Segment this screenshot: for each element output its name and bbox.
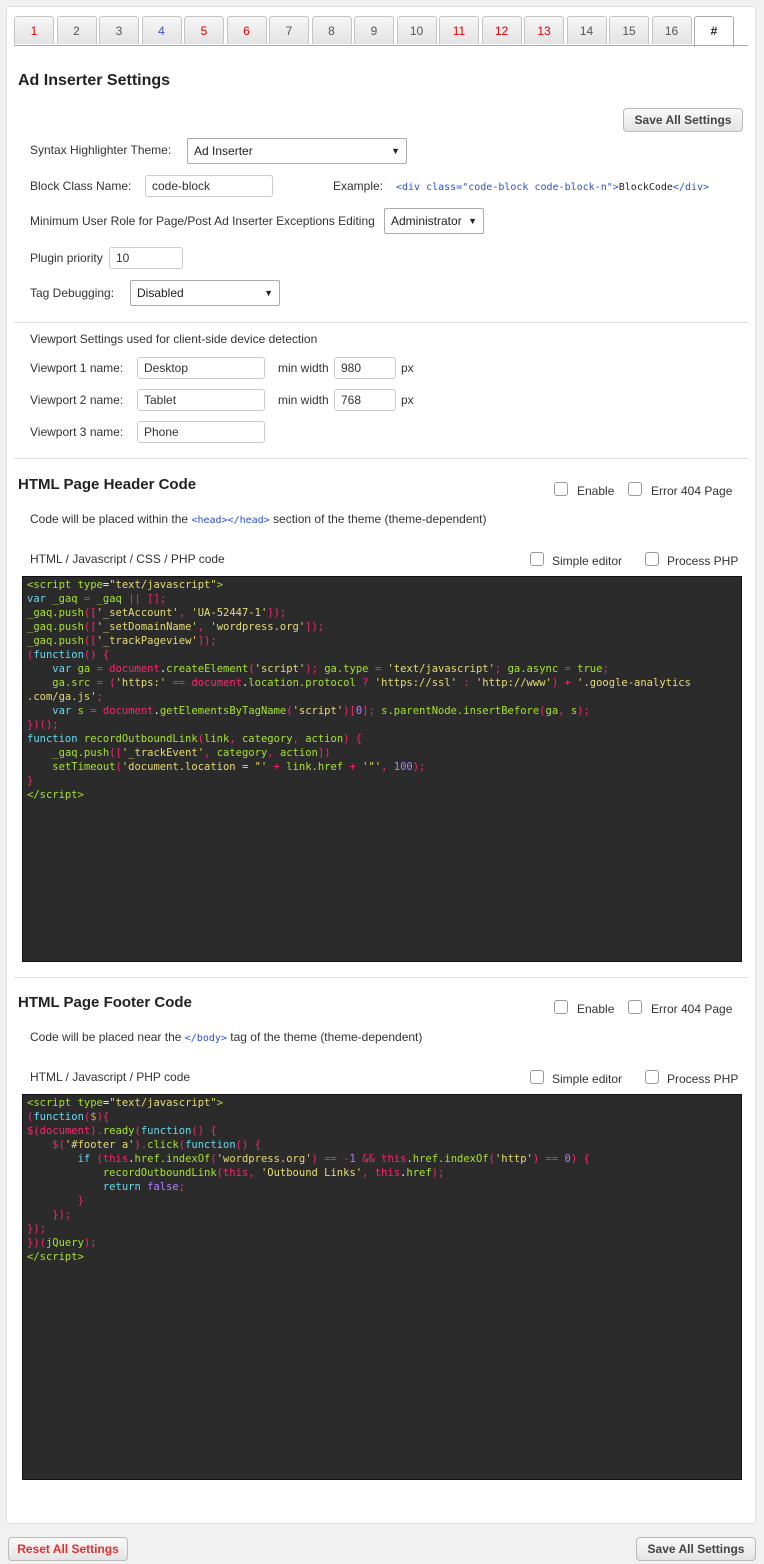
viewport-2-name-input[interactable]: Tablet bbox=[137, 389, 265, 411]
header-desc-before: Code will be placed within the bbox=[30, 512, 192, 526]
syntax-theme-label: Syntax Highlighter Theme: bbox=[30, 143, 172, 157]
reset-all-settings-button[interactable]: Reset All Settings bbox=[8, 1537, 128, 1561]
example-open-tag: <div class="code-block code-block-n"> bbox=[396, 182, 619, 193]
header-desc-tag: <head></head> bbox=[191, 515, 270, 526]
header-editor-label: HTML / Javascript / CSS / PHP code bbox=[30, 552, 225, 566]
footer-process-php-checkbox[interactable] bbox=[645, 1070, 659, 1084]
min-role-label: Minimum User Role for Page/Post Ad Inser… bbox=[30, 214, 375, 228]
footer-desc-before: Code will be placed near the bbox=[30, 1030, 185, 1044]
section-divider bbox=[14, 322, 748, 323]
block-tabs: 1 2 3 4 5 6 7 8 9 10 11 12 13 14 15 16 # bbox=[14, 16, 737, 47]
tab-9[interactable]: 9 bbox=[354, 16, 394, 44]
tab-14[interactable]: 14 bbox=[566, 16, 607, 44]
tab-6[interactable]: 6 bbox=[226, 16, 267, 44]
syntax-theme-value: Ad Inserter bbox=[194, 144, 253, 158]
example-close-tag: </div> bbox=[672, 182, 710, 193]
tab-2[interactable]: 2 bbox=[56, 16, 97, 44]
footer-enable-checkbox[interactable] bbox=[554, 1000, 568, 1014]
tab-10[interactable]: 10 bbox=[396, 16, 437, 44]
viewport-1-label: Viewport 1 name: bbox=[30, 361, 124, 375]
tab-settings[interactable]: # bbox=[694, 16, 734, 47]
tab-8[interactable]: 8 bbox=[311, 16, 352, 44]
footer-desc-tag: </body> bbox=[184, 1033, 227, 1044]
min-role-value: Administrator bbox=[391, 214, 462, 228]
tag-debugging-select[interactable]: Disabled ▼ bbox=[130, 280, 280, 306]
section-divider bbox=[14, 977, 748, 978]
footer-error404-checkbox[interactable] bbox=[628, 1000, 642, 1014]
tab-5[interactable]: 5 bbox=[184, 16, 224, 44]
viewport-2-width-input[interactable]: 768 bbox=[334, 389, 396, 411]
footer-simple-editor-label: Simple editor bbox=[552, 1072, 623, 1086]
viewport-1-px-label: px bbox=[401, 361, 414, 375]
chevron-down-icon: ▼ bbox=[468, 216, 477, 226]
header-code-editor[interactable]: <script type="text/javascript"> var _gaq… bbox=[22, 576, 742, 962]
header-desc-after: section of the theme (theme-dependent) bbox=[269, 512, 487, 526]
syntax-theme-select[interactable]: Ad Inserter ▼ bbox=[187, 138, 407, 164]
section-divider bbox=[14, 458, 748, 459]
viewport-3-name-input[interactable]: Phone bbox=[137, 421, 265, 443]
tab-3[interactable]: 3 bbox=[99, 16, 139, 44]
example-code: <div class="code-block code-block-n">Blo… bbox=[396, 179, 709, 193]
tab-11[interactable]: 11 bbox=[439, 16, 479, 44]
header-enable-label: Enable bbox=[577, 484, 615, 498]
viewport-2-label: Viewport 2 name: bbox=[30, 393, 124, 407]
viewport-1-width-input[interactable]: 980 bbox=[334, 357, 396, 379]
header-code-title: HTML Page Header Code bbox=[18, 476, 197, 493]
tab-15[interactable]: 15 bbox=[609, 16, 649, 44]
tag-debugging-value: Disabled bbox=[137, 286, 184, 300]
viewport-1-name-input[interactable]: Desktop bbox=[137, 357, 265, 379]
header-simple-editor-checkbox[interactable] bbox=[530, 552, 544, 566]
header-description: Code will be placed within the <head></h… bbox=[30, 512, 487, 526]
tab-4[interactable]: 4 bbox=[141, 16, 182, 44]
header-simple-editor-label: Simple editor bbox=[552, 554, 623, 568]
footer-description: Code will be placed near the </body> tag… bbox=[30, 1030, 422, 1044]
viewport-2-min-width-label: min width bbox=[278, 393, 329, 407]
page-title: Ad Inserter Settings bbox=[18, 72, 171, 89]
viewport-2-px-label: px bbox=[401, 393, 414, 407]
chevron-down-icon: ▼ bbox=[264, 288, 273, 298]
footer-enable-label: Enable bbox=[577, 1002, 615, 1016]
footer-code-title: HTML Page Footer Code bbox=[18, 994, 192, 1011]
header-error404-label: Error 404 Page bbox=[651, 484, 733, 498]
header-process-php-checkbox[interactable] bbox=[645, 552, 659, 566]
tab-divider bbox=[14, 45, 748, 46]
chevron-down-icon: ▼ bbox=[391, 146, 400, 156]
tab-12[interactable]: 12 bbox=[481, 16, 522, 44]
header-error404-checkbox[interactable] bbox=[628, 482, 642, 496]
viewport-3-label: Viewport 3 name: bbox=[30, 425, 124, 439]
footer-simple-editor-checkbox[interactable] bbox=[530, 1070, 544, 1084]
block-class-label: Block Class Name: bbox=[30, 179, 132, 193]
header-process-php-label: Process PHP bbox=[667, 554, 739, 568]
save-all-settings-button-top[interactable]: Save All Settings bbox=[623, 108, 743, 132]
tab-16[interactable]: 16 bbox=[651, 16, 692, 44]
tab-7[interactable]: 7 bbox=[269, 16, 309, 44]
viewport-heading: Viewport Settings used for client-side d… bbox=[30, 332, 318, 346]
footer-process-php-label: Process PHP bbox=[667, 1072, 739, 1086]
example-text: BlockCode bbox=[618, 182, 673, 193]
footer-desc-after: tag of the theme (theme-dependent) bbox=[226, 1030, 423, 1044]
footer-editor-label: HTML / Javascript / PHP code bbox=[30, 1070, 191, 1084]
block-class-input[interactable]: code-block bbox=[145, 175, 273, 197]
tag-debugging-label: Tag Debugging: bbox=[30, 286, 115, 300]
footer-code-editor[interactable]: <script type="text/javascript"> (functio… bbox=[22, 1094, 742, 1480]
save-all-settings-button-bottom[interactable]: Save All Settings bbox=[636, 1537, 756, 1561]
plugin-priority-label: Plugin priority bbox=[30, 251, 103, 265]
min-role-select[interactable]: Administrator ▼ bbox=[384, 208, 484, 234]
viewport-1-min-width-label: min width bbox=[278, 361, 329, 375]
plugin-priority-input[interactable]: 10 bbox=[109, 247, 183, 269]
header-enable-checkbox[interactable] bbox=[554, 482, 568, 496]
example-label: Example: bbox=[333, 179, 384, 193]
footer-error404-label: Error 404 Page bbox=[651, 1002, 733, 1016]
tab-1[interactable]: 1 bbox=[14, 16, 54, 44]
tab-13[interactable]: 13 bbox=[524, 16, 564, 44]
